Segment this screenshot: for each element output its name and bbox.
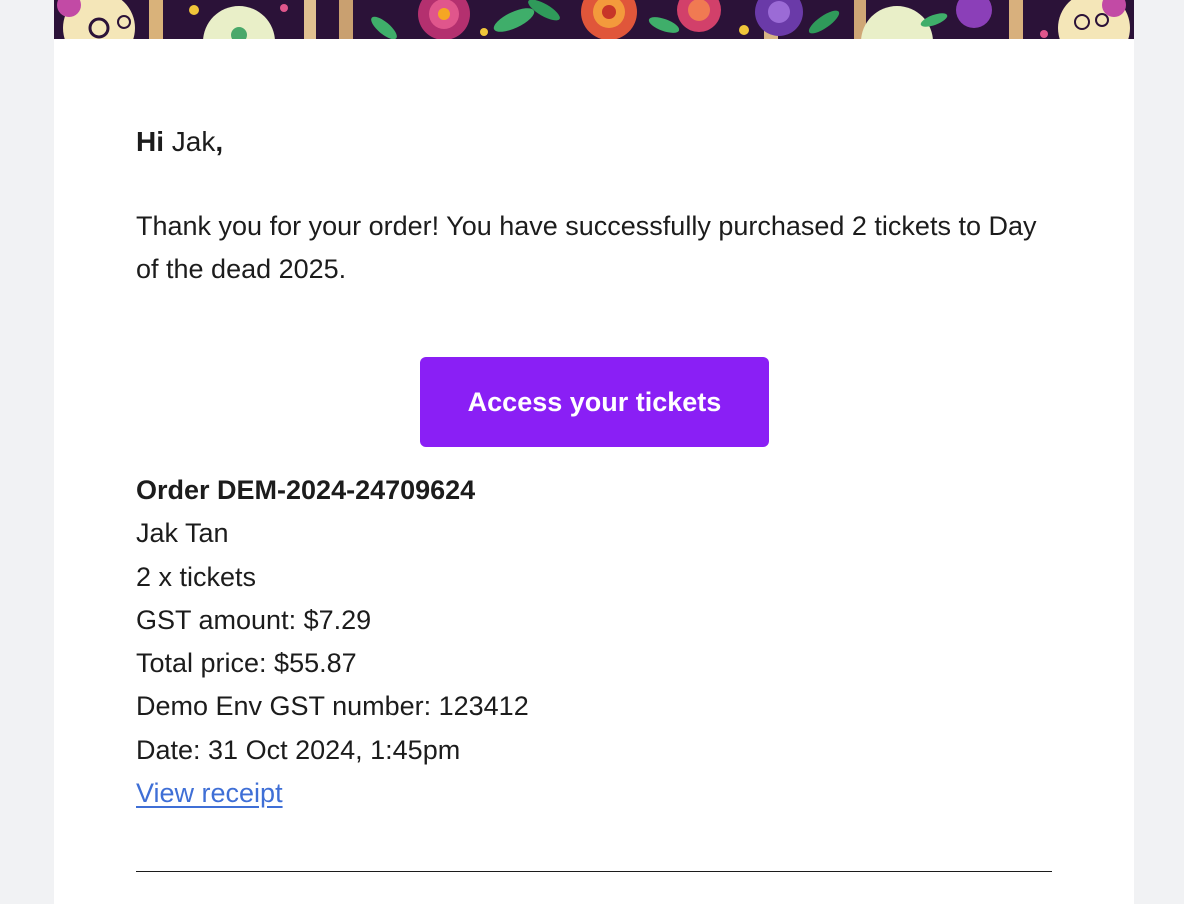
greeting-salutation: Hi [136,126,164,157]
greeting: Hi Jak, [136,124,223,160]
floral-banner-image [54,0,1134,39]
view-receipt-link[interactable]: View receipt [136,778,283,808]
greeting-punctuation: , [215,126,224,157]
customer-name: Jak Tan [136,518,229,549]
greeting-name: Jak [171,126,216,157]
order-date: Date: 31 Oct 2024, 1:45pm [136,734,461,765]
divider [136,871,1052,872]
order-summary: Order DEM-2024-24709624 Jak Tan 2 x tick… [136,469,529,815]
ticket-quantity: 2 x tickets [136,561,257,592]
total-price: Total price: $55.87 [136,648,357,679]
confirmation-message: Thank you for your order! You have succe… [136,211,1037,284]
gst-number: Demo Env GST number: 123412 [136,691,529,722]
order-number: Order DEM-2024-24709624 [136,475,476,505]
gst-amount: GST amount: $7.29 [136,604,372,635]
access-tickets-button[interactable]: Access your tickets [420,357,769,447]
email-card: Hi Jak, Thank you for your order! You ha… [54,0,1134,904]
